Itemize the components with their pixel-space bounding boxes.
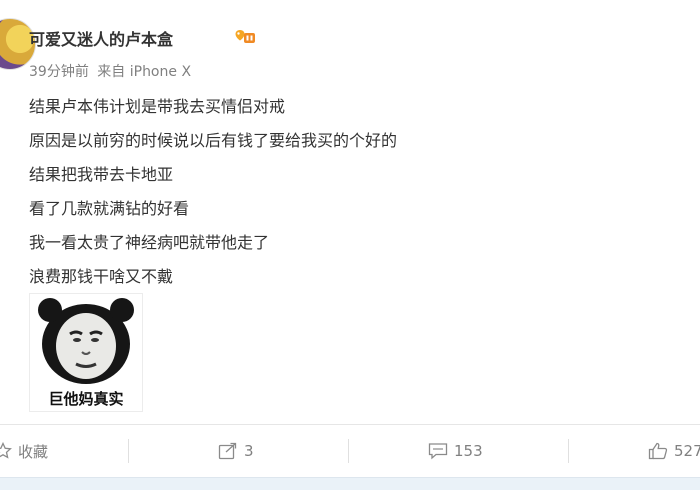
post-meta: 39分钟前 来自 iPhone X	[29, 61, 195, 81]
post-text: 结果卢本伟计划是带我去买情侣对戒 原因是以前穷的时候说以后有钱了要给我买的个好的…	[29, 90, 397, 294]
post-line: 浪费那钱干啥又不戴	[29, 267, 174, 286]
comment-icon	[428, 443, 448, 460]
username[interactable]: 可爱又迷人的卢本盒	[29, 26, 173, 50]
sticker-caption: 巨他妈真实	[48, 390, 124, 408]
action-separator	[568, 439, 569, 463]
vip-badge-icon[interactable]	[234, 28, 256, 45]
post-line: 结果把我带去卡地亚	[29, 165, 174, 184]
like-button[interactable]: 527	[648, 425, 700, 477]
sticker-image[interactable]: 巨他妈真实	[29, 293, 143, 412]
favorite-button[interactable]: 收藏	[0, 425, 48, 477]
like-count: 527	[674, 442, 700, 460]
repost-count: 3	[244, 442, 254, 460]
post-line: 结果卢本伟计划是带我去买情侣对戒	[29, 97, 286, 116]
weibo-post-card: 可爱又迷人的卢本盒 39分钟前 来自 iPhone X 结果卢本伟计划是带我去买…	[0, 0, 700, 490]
thumbs-up-icon	[648, 442, 668, 460]
action-bar: 收藏 3 153 527	[0, 425, 700, 477]
post-line: 原因是以前穷的时候说以后有钱了要给我买的个好的	[29, 131, 398, 150]
post-source[interactable]: 来自 iPhone X	[97, 64, 191, 80]
post-line: 看了几款就满钻的好看	[29, 199, 190, 218]
action-separator	[348, 439, 349, 463]
favorite-label: 收藏	[18, 442, 49, 461]
action-separator	[128, 439, 129, 463]
star-icon	[0, 442, 12, 459]
panda-face-icon	[38, 298, 134, 384]
repost-button[interactable]: 3	[218, 425, 254, 477]
bottom-bar	[0, 477, 700, 490]
share-icon	[218, 442, 237, 460]
post-line: 我一看太贵了神经病吧就带他走了	[29, 233, 270, 252]
comment-button[interactable]: 153	[428, 425, 483, 477]
post-time[interactable]: 39分钟前	[29, 64, 89, 80]
comment-count: 153	[454, 442, 483, 460]
